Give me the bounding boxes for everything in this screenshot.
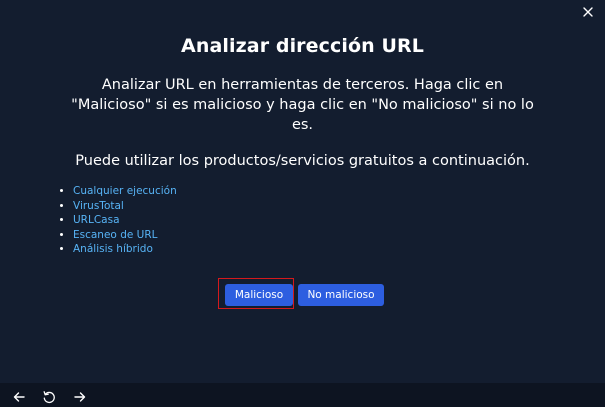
close-icon bbox=[583, 7, 593, 17]
reload-icon bbox=[43, 391, 55, 404]
arrow-right-icon bbox=[74, 392, 86, 402]
close-button[interactable] bbox=[581, 5, 595, 19]
service-link-urlscan[interactable]: Escaneo de URL bbox=[73, 229, 157, 241]
service-link-virustotal[interactable]: VirusTotal bbox=[73, 200, 124, 212]
malicious-button[interactable]: Malicioso bbox=[225, 284, 293, 306]
list-item: Escaneo de URL bbox=[73, 228, 177, 243]
services-list: Cualquier ejecución VirusTotal URLCasa E… bbox=[60, 184, 177, 257]
reload-button[interactable] bbox=[42, 390, 56, 404]
free-services-text: Puede utilizar los productos/servicios g… bbox=[75, 153, 530, 169]
dialog-title: Analizar dirección URL bbox=[181, 35, 424, 57]
service-link-hybrid-analysis[interactable]: Análisis híbrido bbox=[73, 243, 153, 255]
service-link-urlhaus[interactable]: URLCasa bbox=[73, 214, 120, 226]
bottom-nav-bar bbox=[0, 383, 605, 407]
back-button[interactable] bbox=[12, 390, 26, 404]
service-link-any-run[interactable]: Cualquier ejecución bbox=[73, 185, 177, 197]
list-item: URLCasa bbox=[73, 213, 177, 228]
not-malicious-button[interactable]: No malicioso bbox=[298, 284, 384, 306]
list-item: Análisis híbrido bbox=[73, 242, 177, 257]
list-item: VirusTotal bbox=[73, 199, 177, 214]
forward-button[interactable] bbox=[73, 390, 87, 404]
arrow-left-icon bbox=[13, 392, 25, 402]
list-item: Cualquier ejecución bbox=[73, 184, 177, 199]
dialog-description: Analizar URL en herramientas de terceros… bbox=[71, 77, 534, 133]
